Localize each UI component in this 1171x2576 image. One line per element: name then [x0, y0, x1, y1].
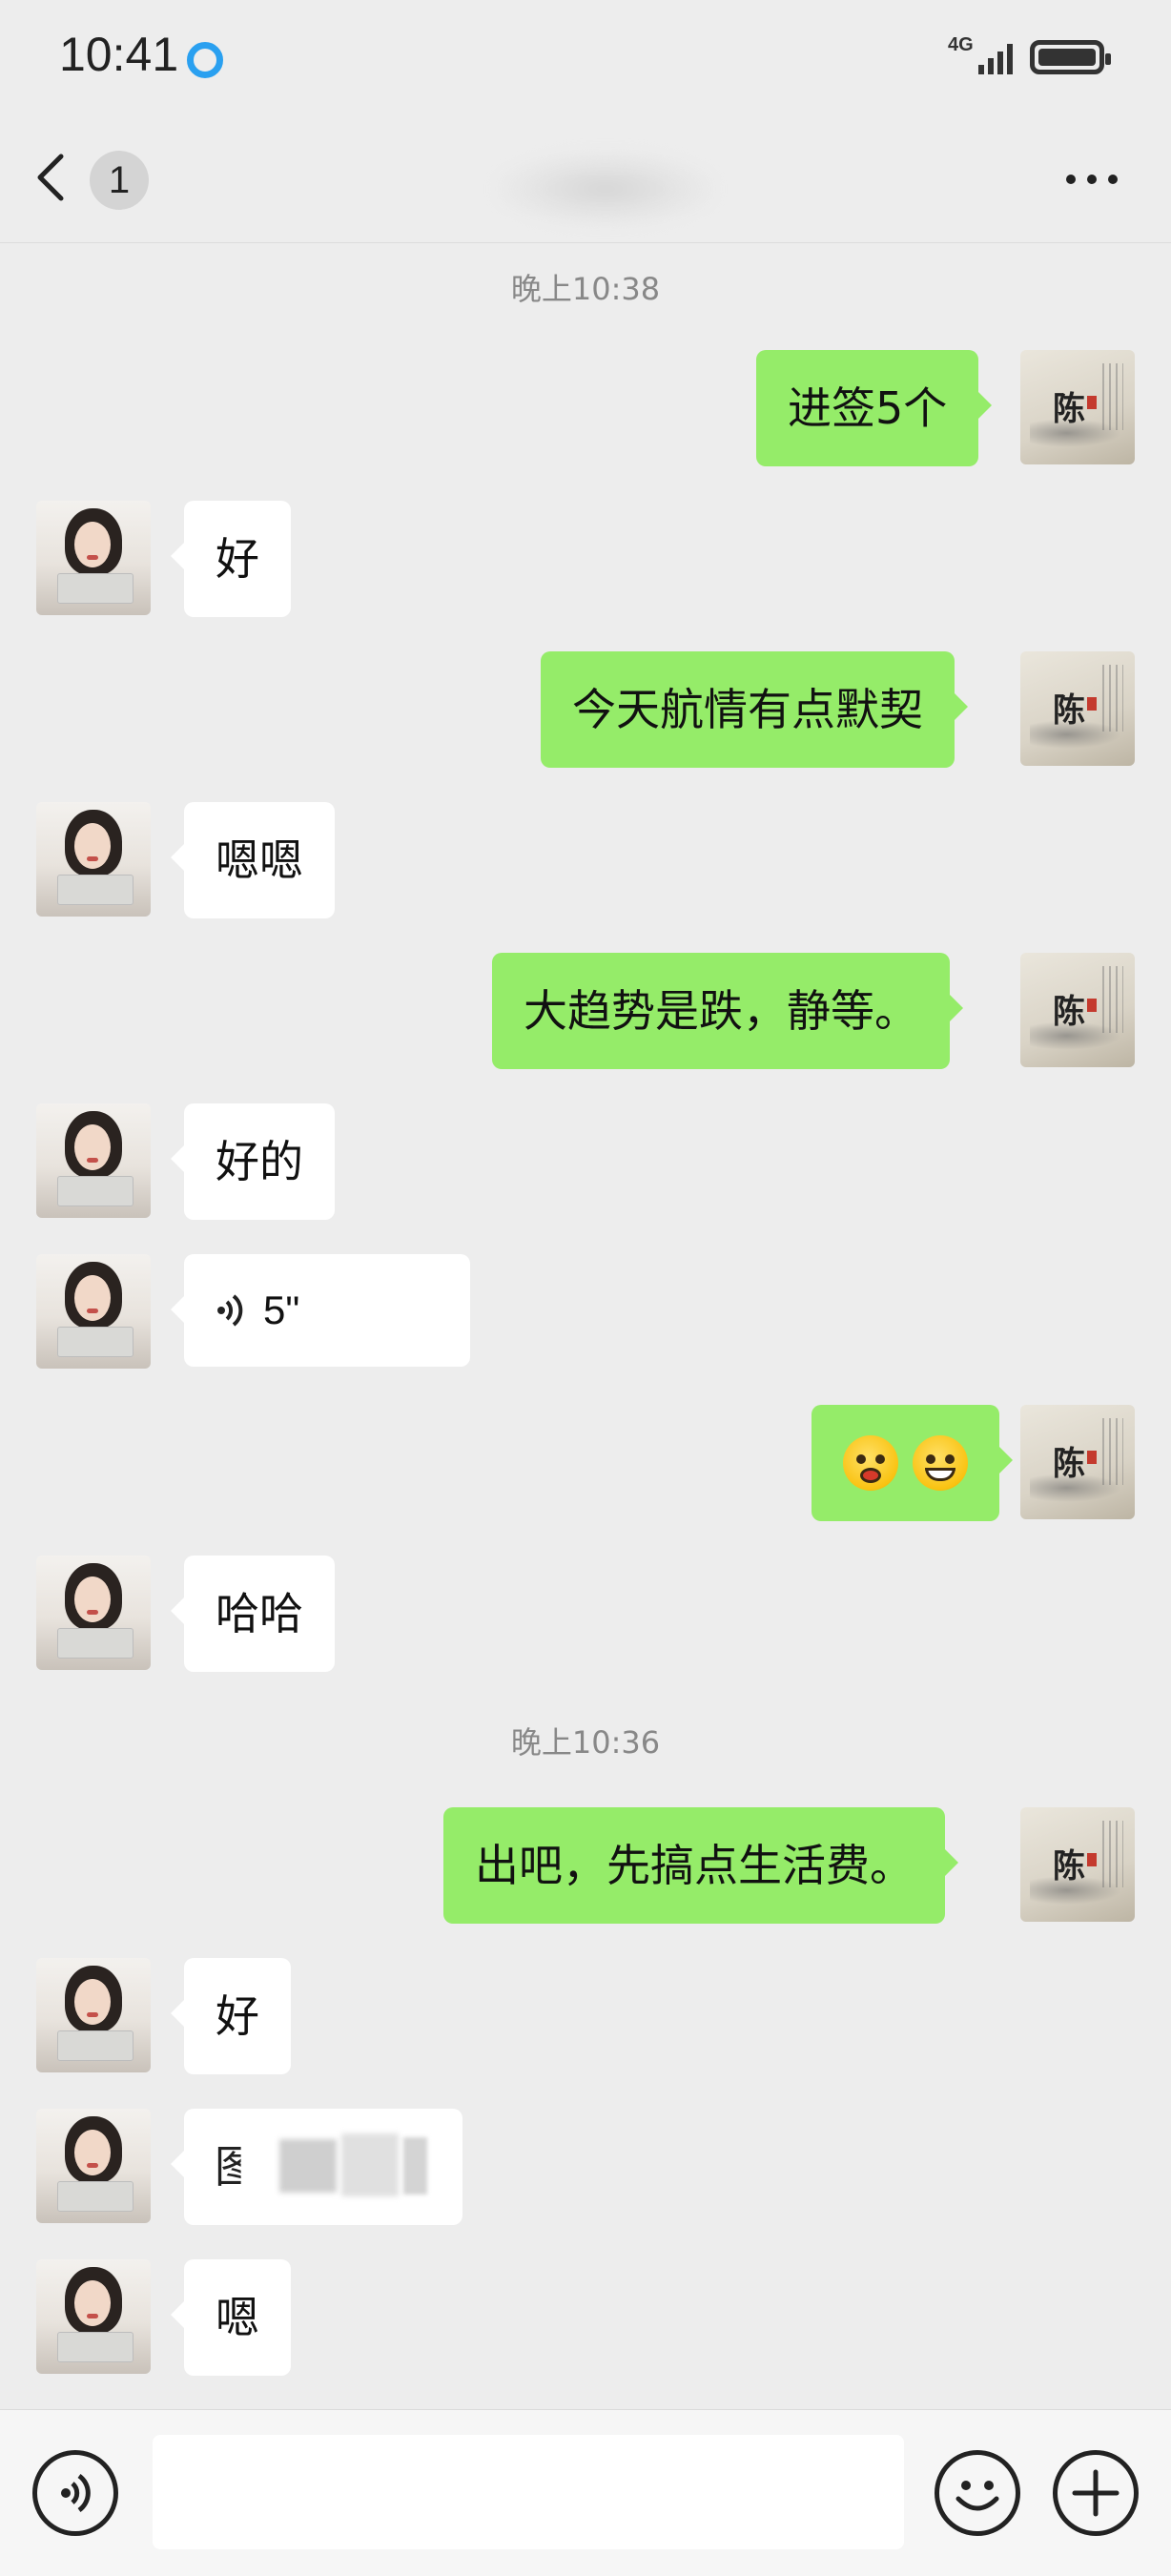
sent-message[interactable]: 进签5个: [756, 350, 993, 466]
notification-ring-icon: [187, 42, 223, 78]
received-message[interactable]: 好的: [171, 1103, 335, 1220]
chat-header: 1: [0, 114, 1171, 243]
timestamp: 晚上10:38: [510, 271, 661, 307]
unread-badge[interactable]: 1: [90, 151, 149, 210]
my-avatar[interactable]: 陈: [1020, 953, 1135, 1067]
contact-avatar[interactable]: [36, 501, 151, 615]
received-message[interactable]: 嗯: [171, 2259, 291, 2376]
voice-wave-icon: [217, 1294, 243, 1327]
contact-avatar[interactable]: [36, 2259, 151, 2374]
contact-avatar[interactable]: [36, 802, 151, 917]
my-avatar[interactable]: 陈: [1020, 1807, 1135, 1922]
chat-title-redacted: [496, 151, 715, 227]
received-message[interactable]: 好: [171, 501, 291, 617]
tongue-face-emoji-icon: [843, 1434, 898, 1491]
voice-input-icon[interactable]: [32, 2450, 118, 2536]
back-arrow-icon[interactable]: [29, 149, 76, 206]
contact-avatar[interactable]: [36, 1103, 151, 1218]
received-message[interactable]: 嗯嗯: [171, 802, 335, 918]
emoji-icon[interactable]: [935, 2450, 1020, 2536]
contact-avatar[interactable]: [36, 2109, 151, 2223]
contact-avatar[interactable]: [36, 1254, 151, 1369]
voice-message[interactable]: 5": [171, 1254, 470, 1367]
more-options-icon[interactable]: [1066, 175, 1118, 184]
battery-icon: [1030, 40, 1111, 74]
voice-duration: 5": [263, 1288, 300, 1332]
timestamp: 晚上10:36: [510, 1724, 661, 1761]
status-bar: 10:41 4G: [0, 0, 1171, 114]
sent-message[interactable]: 出吧，先搞点生活费。: [443, 1807, 958, 1924]
status-time: 10:41: [59, 28, 179, 81]
contact-avatar[interactable]: [36, 1556, 151, 1670]
signal-icon: [978, 44, 1013, 74]
sent-emoji-message[interactable]: [811, 1405, 1013, 1521]
contact-avatar[interactable]: [36, 1958, 151, 2072]
plus-icon[interactable]: [1053, 2450, 1139, 2536]
received-message-redacted[interactable]: 图发: [171, 2109, 462, 2225]
my-avatar[interactable]: 陈: [1020, 1405, 1135, 1519]
my-avatar[interactable]: 陈: [1020, 651, 1135, 766]
grinning-face-emoji-icon: [912, 1434, 968, 1491]
network-type: 4G: [948, 34, 974, 55]
input-bar: [0, 2409, 1171, 2576]
received-message[interactable]: 好: [171, 1958, 291, 2074]
my-avatar[interactable]: 陈: [1020, 350, 1135, 464]
sent-message[interactable]: 大趋势是跌，静等。: [492, 953, 963, 1069]
message-input[interactable]: [153, 2435, 904, 2549]
received-message[interactable]: 哈哈: [171, 1556, 335, 1672]
sent-message[interactable]: 今天航情有点默契: [541, 651, 968, 768]
